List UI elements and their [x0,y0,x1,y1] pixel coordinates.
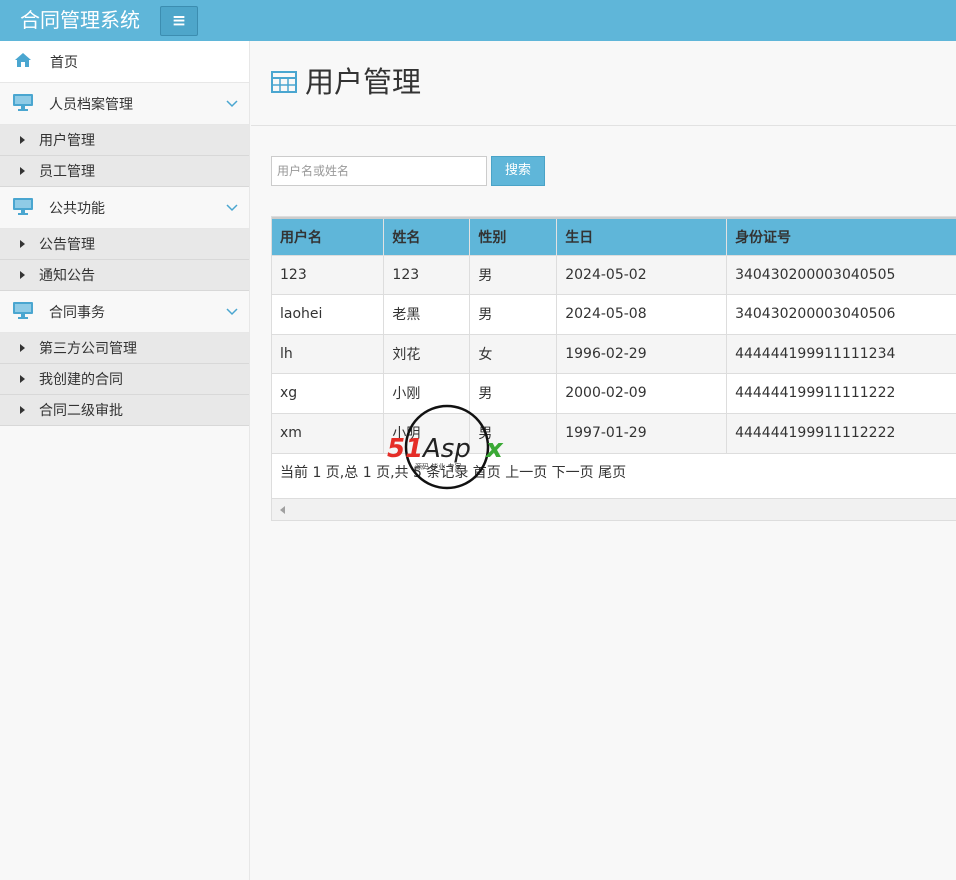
sidebar-item-contract-approval[interactable]: 合同二级审批 [0,395,249,426]
watermark-subtitle: 源码 毕业 专家 [415,462,461,471]
column-header-id-number[interactable]: 身份证号 [726,217,956,255]
sidebar-item-label: 通知公告 [39,268,95,284]
watermark-text-green: x [484,434,504,464]
table-cell: 123 [383,254,471,295]
sidebar-item-third-party-company[interactable]: 第三方公司管理 [0,333,249,364]
sidebar-group-personnel[interactable]: 人员档案管理 [0,83,249,125]
column-header-username[interactable]: 用户名 [272,217,385,255]
sidebar-item-employee-management[interactable]: 员工管理 [0,156,249,187]
sidebar-group-label: 人员档案管理 [49,96,133,113]
table-row[interactable]: 123 123 男 2024-05-02 340430200003040505 [272,254,956,295]
table-cell: 女 [469,333,558,374]
watermark-logo: 51 Asp x 源码 毕业 专家 [387,404,504,490]
caret-right-icon [20,406,25,414]
sidebar-item-announcement-management[interactable]: 公告管理 [0,229,249,260]
monitor-icon [12,301,34,323]
table-cell: 123 [272,254,385,295]
column-header-gender[interactable]: 性别 [469,217,558,255]
table-row[interactable]: xm 小明 男 1997-01-29 444444199911112222 [272,412,956,453]
horizontal-scrollbar[interactable] [272,498,956,520]
table-header-row: 用户名 姓名 性别 生日 身份证号 [272,217,956,255]
chevron-down-icon [226,100,238,108]
sidebar-group-label: 公共功能 [49,200,105,217]
table-row[interactable]: lh 刘花 女 1996-02-29 444444199911111234 [272,333,956,374]
watermark-text-red: 51 [387,434,423,464]
table-cell: 340430200003040505 [726,254,956,295]
home-icon [14,52,32,72]
sidebar-item-label: 首页 [50,54,78,71]
page-title: 用户管理 [305,65,422,99]
table-cell: 444444199911111222 [726,373,956,413]
hamburger-icon: ≡ [171,11,187,31]
column-header-birthday[interactable]: 生日 [556,217,728,255]
sidebar-item-label: 公告管理 [39,237,95,253]
table-cell: 444444199911112222 [726,412,956,453]
page-header: 用户管理 [251,41,956,126]
table-icon [271,71,297,93]
top-navbar: 合同管理系统 ≡ [0,0,956,41]
caret-right-icon [20,167,25,175]
sidebar-group-label: 合同事务 [49,304,105,321]
table-cell: 男 [469,254,558,295]
caret-right-icon [20,344,25,352]
table-cell: 2024-05-08 [556,294,728,334]
table-cell: 2000-02-09 [556,373,728,413]
sidebar-group-public[interactable]: 公共功能 [0,187,249,229]
table-cell: laohei [272,294,385,334]
caret-right-icon [20,136,25,144]
column-header-name[interactable]: 姓名 [383,217,471,255]
chevron-down-icon [226,204,238,212]
sidebar-group-contracts[interactable]: 合同事务 [0,291,249,333]
sidebar-item-user-management[interactable]: 用户管理 [0,125,249,156]
scroll-left-arrow-icon[interactable] [280,506,285,514]
user-table-container: 用户名 姓名 性别 生日 身份证号 123 123 男 2024-05-02 3… [271,216,956,521]
table-cell: 1996-02-29 [556,333,728,374]
table-cell: 1997-01-29 [556,412,728,453]
table-cell: lh [272,333,385,374]
caret-right-icon [20,375,25,383]
sidebar-item-label: 第三方公司管理 [39,341,137,357]
monitor-icon [12,93,34,115]
sidebar-item-label: 用户管理 [39,133,95,149]
table-cell: 444444199911111234 [726,333,956,374]
table-cell: xg [272,373,385,413]
user-table: 用户名 姓名 性别 生日 身份证号 123 123 男 2024-05-02 3… [272,217,956,453]
sidebar-item-label: 我创建的合同 [39,372,123,388]
main-content: 用户管理 搜索 用户名 姓名 性别 生日 身份证号 123 123 [251,41,956,880]
sidebar-item-label: 合同二级审批 [39,403,123,419]
chevron-down-icon [226,308,238,316]
table-cell: 340430200003040506 [726,294,956,334]
sidebar: 首页 人员档案管理 用户管理 员工管理 公共功能 公告管理 通知公告 合同事务 [0,41,250,880]
search-button[interactable]: 搜索 [491,156,545,186]
caret-right-icon [20,240,25,248]
table-row[interactable]: laohei 老黑 男 2024-05-08 34043020000304050… [272,294,956,334]
sidebar-item-my-contracts[interactable]: 我创建的合同 [0,364,249,395]
search-input[interactable] [271,156,487,186]
caret-right-icon [20,271,25,279]
sidebar-toggle-button[interactable]: ≡ [160,6,198,36]
table-cell: 老黑 [383,294,471,334]
table-row[interactable]: xg 小刚 男 2000-02-09 444444199911111222 [272,373,956,413]
sidebar-item-notice[interactable]: 通知公告 [0,260,249,291]
sidebar-item-label: 员工管理 [39,164,95,180]
pagination[interactable]: 当前 1 页,总 1 页,共 5 条记录 首页 上一页 下一页 尾页 [272,452,956,495]
table-cell: xm [272,412,385,453]
table-cell: 男 [469,294,558,334]
table-cell: 2024-05-02 [556,254,728,295]
app-title[interactable]: 合同管理系统 [20,7,140,33]
table-cell: 刘花 [383,333,471,374]
sidebar-item-home[interactable]: 首页 [0,41,249,83]
monitor-icon [12,197,34,219]
watermark-text-dark: Asp [421,434,471,464]
